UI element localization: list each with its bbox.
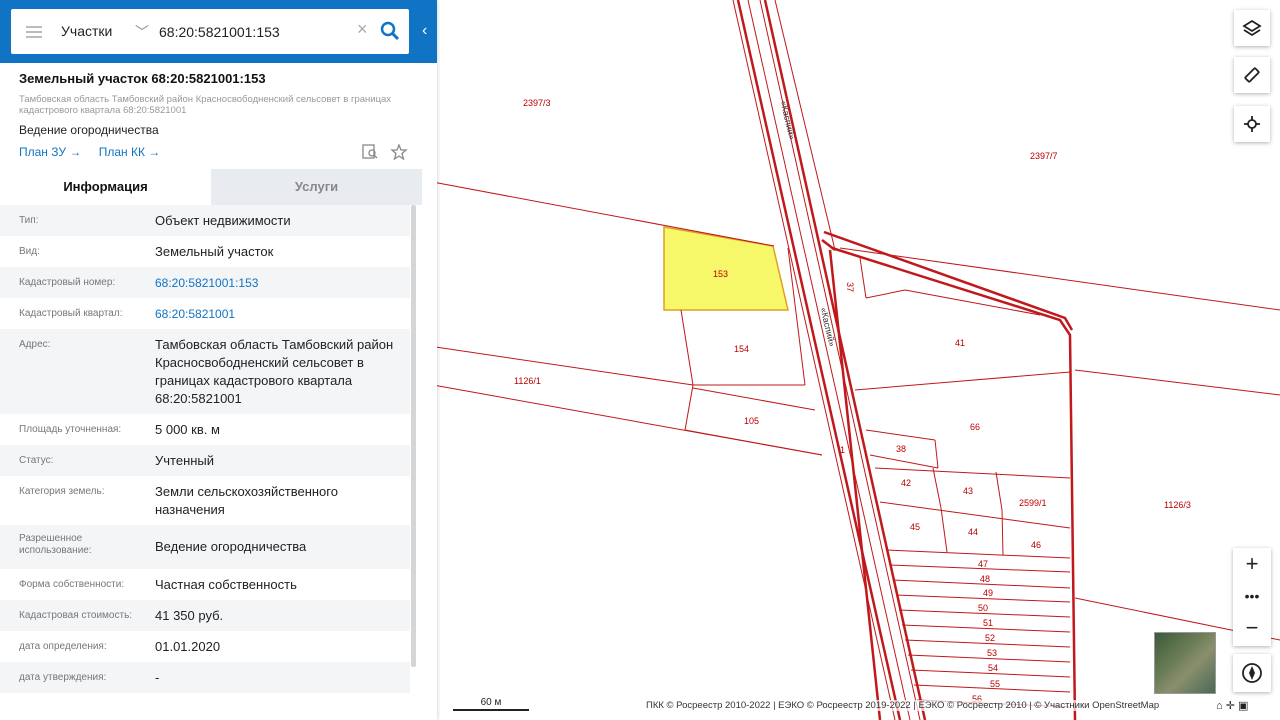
info-row: Статус: Учтенный (0, 445, 410, 476)
info-row: Адрес: Тамбовская область Тамбовский райо… (0, 329, 410, 414)
row-key: дата определения: (19, 641, 107, 652)
row-key: Категория земель: (19, 486, 105, 497)
crosshair-icon (1244, 116, 1260, 132)
layer-select[interactable]: Участки (61, 23, 112, 39)
search-box: Участки ﹀ × (11, 9, 409, 54)
info-row: Форма собственности: Частная собственност… (0, 569, 410, 600)
chevron-down-icon[interactable]: ﹀ (135, 22, 149, 42)
zoom-control: + ••• − (1233, 548, 1271, 646)
compass-button[interactable] (1233, 654, 1271, 692)
row-value: Земли сельскохозяйственного назначения (155, 484, 338, 517)
more-button[interactable]: ••• (1233, 580, 1271, 612)
row-value: Учтенный (155, 453, 215, 468)
row-key: Статус: (19, 455, 54, 466)
home-icon[interactable]: ⌂ (1216, 700, 1223, 712)
tabs: Информация Услуги (0, 169, 422, 205)
basemap-thumbnail[interactable] (1154, 632, 1216, 694)
info-row: Площадь уточненная: 5 000 кв. м (0, 414, 410, 445)
compass-icon (1242, 663, 1262, 683)
row-value: 41 350 руб. (155, 608, 224, 623)
locate-button[interactable] (1234, 106, 1270, 142)
row-value: 01.01.2020 (155, 639, 221, 654)
clear-icon[interactable]: × (357, 19, 368, 40)
panel-scrollbar[interactable] (411, 205, 416, 667)
row-value: - (155, 670, 160, 685)
row-value: Объект недвижимости (155, 213, 291, 228)
info-row: Категория земель: Земли сельскохозяйствен… (0, 476, 410, 525)
row-key: Кадастровая стоимость: (19, 610, 133, 621)
info-panel: Участки ﹀ × ‹ Земельный участок 68:20:58… (0, 0, 437, 720)
row-key: Вид: (19, 246, 40, 257)
collapse-panel-icon[interactable]: ‹ (422, 20, 434, 42)
search-bar: Участки ﹀ × ‹ (0, 0, 437, 63)
attribution: ПКК © Росреестр 2010-2022 | ЕЭКО © Росре… (646, 700, 1160, 711)
row-value: Земельный участок (155, 244, 274, 259)
ruler-button[interactable] (1234, 57, 1270, 93)
search-icon[interactable] (379, 20, 401, 42)
layers-icon (1242, 19, 1262, 37)
info-table: Тип: Объект недвижимости Вид: Земельный уч… (0, 205, 410, 693)
row-value: Тамбовская область Тамбовский район Крас… (155, 337, 394, 406)
object-use: Ведение огородничества (19, 123, 159, 137)
info-row: Разрешенное использование: Ведение огород… (0, 525, 410, 569)
row-key: Тип: (19, 215, 39, 226)
plan-kk-link[interactable]: План КК → (99, 145, 161, 159)
row-key: дата утверждения: (19, 672, 107, 683)
tab-info[interactable]: Информация (0, 169, 211, 205)
row-value: Ведение огородничества (155, 539, 307, 554)
row-key: Форма собственности: (19, 579, 125, 590)
object-address: Тамбовская область Тамбовский район Крас… (19, 94, 392, 116)
zoom-in-button[interactable]: + (1233, 548, 1271, 580)
object-title: Земельный участок 68:20:5821001:153 (19, 71, 266, 86)
search-document-icon[interactable] (362, 144, 380, 160)
row-key: Площадь уточненная: (19, 424, 122, 435)
layers-button[interactable] (1234, 10, 1270, 46)
row-key: Адрес: (19, 339, 51, 350)
zoom-out-button[interactable]: − (1233, 612, 1271, 644)
row-key: Разрешенное использование: (19, 533, 92, 556)
crosshair-small-icon[interactable]: ✛ (1226, 700, 1235, 712)
ruler-icon (1244, 67, 1260, 83)
row-value: 5 000 кв. м (155, 422, 220, 437)
cadastral-number-link[interactable]: 68:20:5821001:153 (155, 267, 410, 298)
info-row: Тип: Объект недвижимости (0, 205, 410, 236)
cadastral-quarter-link[interactable]: 68:20:5821001 (155, 298, 410, 329)
fullscreen-icon[interactable]: ▣ (1238, 700, 1248, 712)
info-row: Кадастровая стоимость: 41 350 руб. (0, 600, 410, 631)
info-row: дата определения: 01.01.2020 (0, 631, 410, 662)
info-row: Вид: Земельный участок (0, 236, 410, 267)
plan-zu-link[interactable]: План ЗУ → (19, 145, 81, 159)
row-key: Кадастровый квартал: (19, 308, 123, 319)
info-row: Кадастровый квартал: 68:20:5821001 (0, 298, 410, 329)
parcel-153-highlight[interactable] (663, 226, 789, 311)
scale-bar: 60 м (453, 697, 529, 711)
row-key: Кадастровый номер: (19, 277, 116, 288)
info-row: дата утверждения: - (0, 662, 410, 693)
attribution-icons: ⌂ ✛ ▣ (1216, 699, 1248, 712)
tab-services[interactable]: Услуги (211, 169, 422, 205)
search-input[interactable] (159, 17, 354, 47)
star-icon[interactable] (390, 143, 409, 161)
row-value: Частная собственность (155, 577, 297, 592)
menu-icon[interactable] (26, 26, 42, 38)
info-row: Кадастровый номер: 68:20:5821001:153 (0, 267, 410, 298)
